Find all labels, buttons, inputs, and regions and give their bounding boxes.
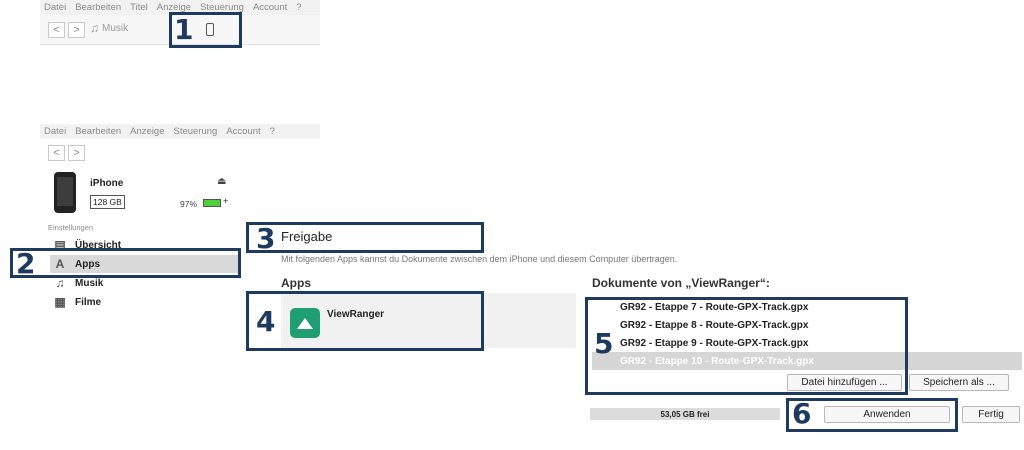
callout-number-3: 3: [256, 222, 276, 255]
music-note-icon: ♫: [90, 21, 99, 35]
storage-bar: 53,05 GB frei: [590, 408, 780, 420]
back-button[interactable]: <: [48, 145, 65, 161]
menu-account[interactable]: Account: [253, 2, 287, 13]
callout-number-6: 6: [792, 397, 812, 430]
apps-header: Apps: [281, 276, 311, 290]
iphone-image: [54, 172, 76, 213]
charging-icon: +: [223, 196, 229, 206]
documents-header: Dokumente von „ViewRanger“:: [592, 276, 770, 290]
sidebar-item-films[interactable]: ▦ Filme: [50, 293, 240, 311]
sidebar-item-label: Musik: [75, 277, 104, 289]
menu-datei[interactable]: Datei: [44, 126, 66, 137]
film-icon: ▦: [54, 295, 66, 309]
menu-bearbeiten[interactable]: Bearbeiten: [75, 2, 121, 13]
battery-icon: [203, 199, 221, 207]
menu-anzeige[interactable]: Anzeige: [130, 126, 164, 137]
sidebar-item-label: Filme: [75, 296, 102, 308]
menu-steuerung[interactable]: Steuerung: [173, 126, 217, 137]
callout-6-box: [786, 398, 958, 432]
callout-5-box: [585, 297, 908, 395]
menu-account[interactable]: Account: [226, 126, 260, 137]
menu-help[interactable]: ?: [270, 126, 275, 137]
forward-button[interactable]: >: [68, 145, 85, 161]
eject-icon[interactable]: ⏏: [217, 176, 226, 187]
callout-number-5: 5: [594, 327, 614, 360]
battery-fill: [204, 200, 220, 206]
music-icon: ♫: [55, 276, 65, 290]
callout-4-box: [246, 291, 484, 351]
menu-help[interactable]: ?: [296, 2, 301, 13]
save-as-button[interactable]: Speichern als ...: [909, 374, 1009, 391]
forward-button[interactable]: >: [68, 22, 85, 38]
settings-section-label: Einstellungen: [48, 223, 94, 232]
back-button[interactable]: <: [48, 22, 65, 38]
library-label[interactable]: Musik: [102, 23, 128, 34]
device-capacity: 128 GB: [90, 195, 125, 209]
battery-percent: 97%: [180, 199, 198, 209]
menu-bearbeiten[interactable]: Bearbeiten: [75, 126, 121, 137]
done-button[interactable]: Fertig: [962, 406, 1020, 423]
sharing-description: Mit folgenden Apps kannst du Dokumente z…: [281, 254, 678, 264]
callout-number-4: 4: [256, 305, 276, 338]
callout-number-1: 1: [174, 13, 194, 46]
callout-3-box: [246, 222, 484, 253]
device-name: iPhone: [90, 178, 124, 189]
callout-number-2: 2: [16, 247, 36, 280]
menu-datei[interactable]: Datei: [44, 2, 66, 13]
menu-titel[interactable]: Titel: [130, 2, 148, 13]
callout-2-box: [10, 248, 241, 278]
menubar-bottom: Datei Bearbeiten Anzeige Steuerung Accou…: [40, 124, 320, 139]
toolbar-bottom: < >: [40, 139, 320, 164]
